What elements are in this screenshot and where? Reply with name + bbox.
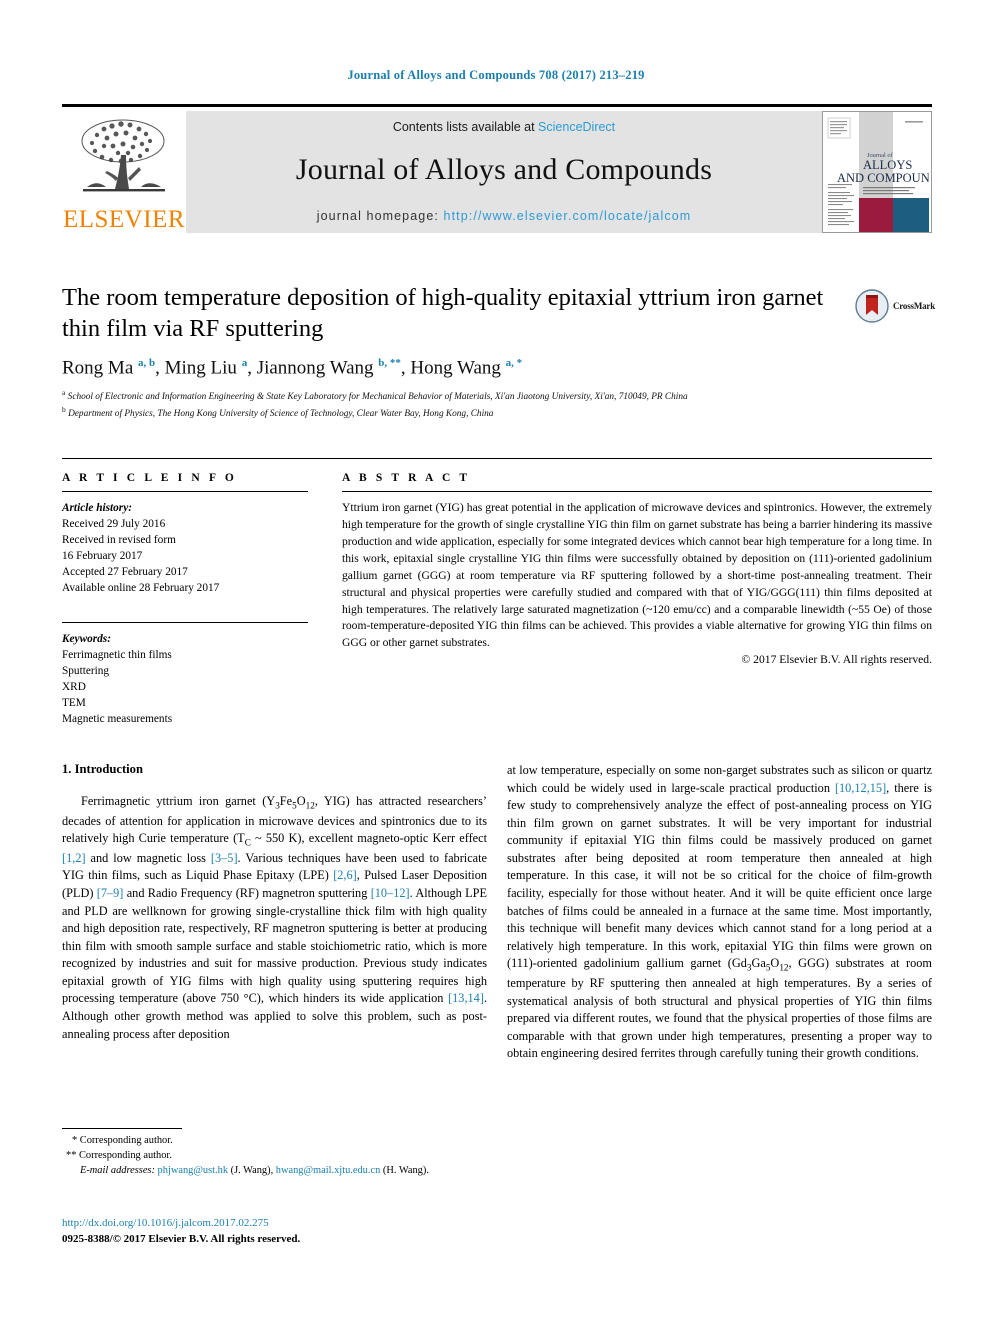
article-info-column: A R T I C L E I N F O Article history: R… bbox=[62, 472, 308, 727]
intro-paragraph-left: Ferrimagnetic yttrium iron garnet (Y3Fe5… bbox=[62, 794, 487, 1041]
svg-text:ALLOYS: ALLOYS bbox=[863, 158, 912, 172]
page-title: The room temperature deposition of high-… bbox=[62, 284, 824, 343]
footnote-block: * Corresponding author. ** Corresponding… bbox=[62, 1128, 492, 1179]
journal-homepage-label: journal homepage: bbox=[316, 209, 444, 223]
affiliation-b: b Department of Physics, The Hong Kong U… bbox=[62, 404, 494, 419]
crossmark-badge[interactable]: CrossMark bbox=[855, 286, 941, 326]
history-item: Available online 28 February 2017 bbox=[62, 582, 220, 595]
sciencedirect-link[interactable]: ScienceDirect bbox=[538, 120, 615, 134]
affiliation-b-text: Department of Physics, The Hong Kong Uni… bbox=[68, 408, 494, 419]
abstract-rule bbox=[342, 491, 932, 492]
keywords-label: Keywords: bbox=[62, 633, 111, 646]
history-item: Received 29 July 2016 bbox=[62, 518, 166, 531]
keywords-block: Keywords: Ferrimagnetic thin films Sputt… bbox=[62, 622, 308, 727]
article-info-heading: A R T I C L E I N F O bbox=[62, 472, 237, 484]
crossmark-label: CrossMark bbox=[893, 301, 936, 311]
journal-homepage-line: journal homepage: http://www.elsevier.co… bbox=[186, 209, 822, 223]
email-owner-2: (H. Wang). bbox=[382, 1165, 429, 1177]
keyword-item: Ferrimagnetic thin films bbox=[62, 649, 172, 662]
article-page: Journal of Alloys and Compounds 708 (201… bbox=[0, 0, 992, 1323]
contents-lists-line: Contents lists available at ScienceDirec… bbox=[186, 120, 822, 134]
keyword-item: TEM bbox=[62, 697, 86, 710]
email-link-1[interactable]: phjwang@ust.hk bbox=[158, 1165, 228, 1176]
abstract-copyright: © 2017 Elsevier B.V. All rights reserved… bbox=[741, 653, 932, 667]
corresponding-author-2: ** Corresponding author. bbox=[66, 1150, 172, 1162]
history-item: Received in revised form bbox=[62, 534, 176, 547]
keywords-list: Keywords: Ferrimagnetic thin films Sputt… bbox=[62, 631, 308, 727]
elsevier-logo: ELSEVIER bbox=[62, 111, 186, 233]
body-column-right: at low temperature, especially on some n… bbox=[507, 762, 932, 1063]
history-item: Accepted 27 February 2017 bbox=[62, 566, 188, 579]
masthead-center: Contents lists available at ScienceDirec… bbox=[186, 111, 822, 233]
svg-text:AND COMPOUNDS: AND COMPOUNDS bbox=[837, 171, 929, 185]
elsevier-tree-icon bbox=[81, 119, 165, 192]
abstract-heading: A B S T R A C T bbox=[342, 472, 471, 484]
author-list: Rong Ma a, b, Ming Liu a, Jiannong Wang … bbox=[62, 357, 523, 379]
email-owner-1: (J. Wang), bbox=[230, 1165, 274, 1177]
info-abstract-divider bbox=[62, 458, 932, 459]
body-column-left: 1. Introduction Ferrimagnetic yttrium ir… bbox=[62, 762, 487, 1043]
crossmark-icon bbox=[855, 289, 889, 323]
keyword-item: Magnetic measurements bbox=[62, 713, 173, 726]
article-history-label: Article history: bbox=[62, 502, 132, 514]
journal-masthead: ELSEVIER Contents lists available at Sci… bbox=[62, 104, 932, 235]
cover-art: Journal of ALLOYS AND COMPOUNDS bbox=[823, 112, 931, 232]
footnote-rule bbox=[62, 1128, 182, 1129]
corresponding-author-1: * Corresponding author. bbox=[72, 1135, 173, 1146]
keyword-item: Sputtering bbox=[62, 665, 110, 678]
abstract-column: A B S T R A C T Yttrium iron garnet (YIG… bbox=[342, 472, 932, 666]
running-head: Journal of Alloys and Compounds 708 (201… bbox=[347, 68, 645, 82]
keyword-item: XRD bbox=[62, 681, 86, 694]
affiliation-list: a School of Electronic and Information E… bbox=[62, 388, 882, 421]
journal-homepage-link[interactable]: http://www.elsevier.com/locate/jalcom bbox=[444, 209, 692, 223]
doi-link[interactable]: http://dx.doi.org/10.1016/j.jalcom.2017.… bbox=[62, 1216, 492, 1232]
affiliation-a-text: School of Electronic and Information Eng… bbox=[67, 392, 688, 403]
history-item: 16 February 2017 bbox=[62, 550, 143, 563]
contents-lists-prefix: Contents lists available at bbox=[392, 120, 539, 134]
footer-doi-block: http://dx.doi.org/10.1016/j.jalcom.2017.… bbox=[62, 1216, 492, 1248]
journal-title: Journal of Alloys and Compounds bbox=[295, 153, 713, 186]
intro-paragraph-right: at low temperature, especially on some n… bbox=[507, 763, 932, 1061]
section-heading-introduction: 1. Introduction bbox=[62, 762, 143, 776]
email-addresses-label: E-mail addresses: bbox=[80, 1165, 155, 1177]
abstract-text: Yttrium iron garnet (YIG) has great pote… bbox=[342, 501, 932, 650]
article-info-rule bbox=[62, 491, 308, 492]
email-addresses-line: E-mail addresses: phjwang@ust.hk (J. Wan… bbox=[62, 1163, 492, 1178]
journal-cover-thumbnail: Journal of ALLOYS AND COMPOUNDS bbox=[822, 111, 932, 233]
affiliation-a: a School of Electronic and Information E… bbox=[62, 388, 688, 403]
keywords-rule bbox=[62, 622, 308, 624]
issn-copyright: 0925-8388/© 2017 Elsevier B.V. All right… bbox=[62, 1232, 301, 1245]
email-link-2[interactable]: hwang@mail.xjtu.edu.cn bbox=[276, 1165, 381, 1176]
title-block: The room temperature deposition of high-… bbox=[62, 282, 852, 345]
elsevier-wordmark: ELSEVIER bbox=[62, 206, 186, 233]
article-history: Article history: Received 29 July 2016 R… bbox=[62, 500, 308, 596]
